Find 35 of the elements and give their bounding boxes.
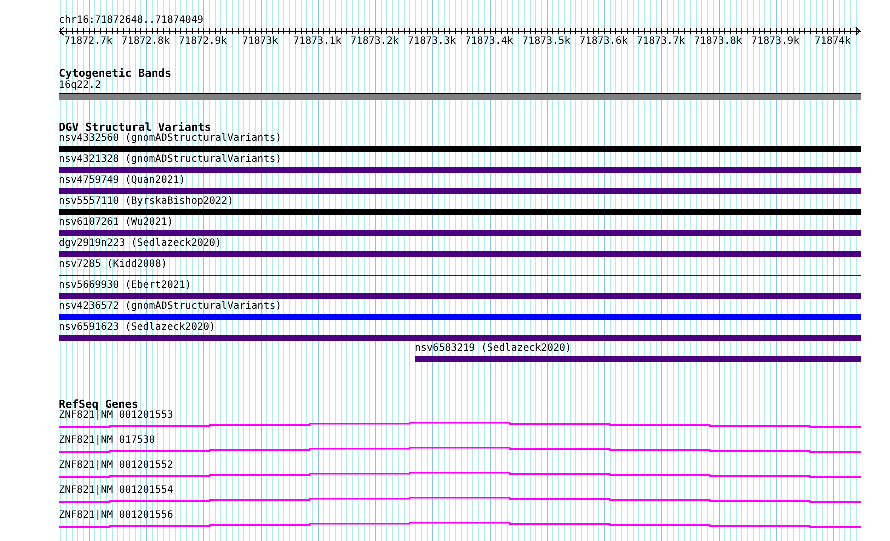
gene-label: ZNF821|NM_017530 xyxy=(59,435,156,446)
tick-label: 71873.6k xyxy=(580,36,628,47)
tick-label: 71873.8k xyxy=(694,36,742,47)
gene-label: ZNF821|NM_001201553 xyxy=(59,410,174,421)
variant-label: nsv4332560 (gnomADStructuralVariants) xyxy=(59,133,282,144)
band-label: 16q22.2 xyxy=(59,80,102,91)
location-label: chr16:71872648..71874049 xyxy=(59,14,204,26)
tick-label: 71873.2k xyxy=(350,36,399,47)
variant-label: nsv6107261 (Wu2021) xyxy=(59,217,174,228)
variant-label: nsv4321328 (gnomADStructuralVariants) xyxy=(59,154,282,165)
variant-label: nsv5669930 (Ebert2021) xyxy=(59,280,192,291)
tick-label: 71872.8k xyxy=(122,36,170,47)
tick-label: 71873.7k xyxy=(637,36,686,47)
tick-label: 71874k xyxy=(814,36,851,47)
tick-label: 71873.4k xyxy=(465,36,514,47)
track-title: Cytogenetic Bands xyxy=(59,68,172,79)
variant-label: dgv2919n223 (Sedlazeck2020) xyxy=(59,238,222,249)
gene-label: ZNF821|NM_001201552 xyxy=(59,460,174,471)
tick-label: 71873.3k xyxy=(408,36,456,47)
variant-label: nsv4236572 (gnomADStructuralVariants) xyxy=(59,301,282,312)
tick-label: 71873.9k xyxy=(752,36,800,47)
tick-label: 71873.5k xyxy=(522,36,571,47)
tick-label: 71872.9k xyxy=(179,36,228,47)
variant-label: nsv6591623 (Sedlazeck2020) xyxy=(59,322,216,333)
tick-label: 71873k xyxy=(242,36,278,47)
variant-label: nsv6583219 (Sedlazeck2020) xyxy=(415,343,572,354)
variant-label: nsv5557110 (ByrskaBishop2022) xyxy=(59,196,234,207)
track-title: RefSeq Genes xyxy=(59,399,138,410)
track-title: DGV Structural Variants xyxy=(59,122,212,133)
variant-label: nsv7285 (Kidd2008) xyxy=(59,259,168,270)
variant-label: nsv4759749 (Quan2021) xyxy=(59,175,186,186)
tick-label: 71873.1k xyxy=(294,36,342,47)
gene-label: ZNF821|NM_001201556 xyxy=(59,510,174,521)
gene-label: ZNF821|NM_001201554 xyxy=(59,485,174,496)
tick-label: 71872.7k xyxy=(64,36,113,47)
